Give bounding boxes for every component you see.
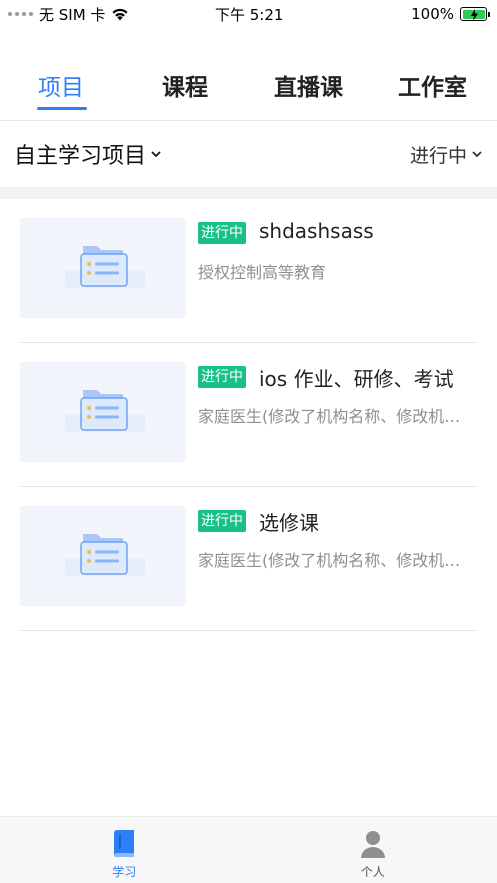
nav-label: 个人 (360, 865, 385, 879)
item-title: ios 作业、研修、考试 (259, 367, 454, 391)
status-bar: 无 SIM 卡 下午 5:21 100% (0, 0, 497, 28)
top-tabs: 项目 课程 直播课 工作室 (0, 68, 497, 120)
status-badge: 进行中 (198, 222, 246, 244)
chevron-down-icon (151, 151, 161, 158)
status-badge: 进行中 (198, 366, 246, 388)
wifi-icon (112, 8, 128, 21)
item-title: 选修课 (259, 511, 319, 535)
person-icon (360, 831, 385, 858)
item-title: shdashsass (259, 219, 374, 243)
tab-projects[interactable]: 项目 (38, 68, 84, 102)
filter-row: 自主学习项目 进行中 (0, 121, 497, 187)
folder-icon (65, 246, 145, 288)
signal-icon (8, 12, 33, 16)
status-dropdown[interactable]: 进行中 (410, 141, 483, 168)
list-item[interactable]: 进行中 ios 作业、研修、考试 家庭医生(修改了机构名称、修改机构名称 (20, 343, 477, 487)
active-tab-indicator (37, 107, 87, 110)
list-item[interactable]: 进行中 选修课 家庭医生(修改了机构名称、修改机构名称 (20, 487, 477, 631)
list-item[interactable]: 进行中 shdashsass 授权控制高等教育 (20, 199, 477, 343)
item-subtitle: 授权控制高等教育 (198, 263, 327, 282)
item-subtitle: 家庭医生(修改了机构名称、修改机构名称 (198, 551, 464, 570)
tab-live-courses[interactable]: 直播课 (274, 68, 343, 102)
folder-icon (65, 390, 145, 432)
status-left: 无 SIM 卡 (8, 4, 129, 25)
nav-label: 学习 (112, 865, 137, 879)
chevron-down-icon (472, 151, 482, 158)
status-label: 进行中 (409, 144, 467, 167)
battery-icon (460, 7, 490, 21)
status-badge: 进行中 (198, 510, 246, 532)
category-dropdown[interactable]: 自主学习项目 (14, 138, 162, 170)
project-thumbnail (20, 362, 186, 462)
nav-study[interactable]: 学习 (0, 817, 249, 883)
battery-percent: 100% (411, 5, 454, 23)
status-right: 100% (411, 5, 490, 23)
bottom-nav: 学习 个人 (0, 816, 497, 883)
project-thumbnail (20, 218, 186, 318)
tab-studio[interactable]: 工作室 (398, 68, 467, 102)
section-separator (0, 187, 497, 199)
nav-personal[interactable]: 个人 (249, 817, 497, 883)
project-thumbnail (20, 506, 186, 606)
item-subtitle: 家庭医生(修改了机构名称、修改机构名称 (198, 407, 464, 426)
clock: 下午 5:21 (215, 5, 284, 24)
folder-icon (65, 534, 145, 576)
category-label: 自主学习项目 (14, 144, 147, 169)
carrier-label: 无 SIM 卡 (39, 5, 106, 24)
book-icon (114, 830, 135, 858)
tab-courses[interactable]: 课程 (162, 68, 208, 102)
